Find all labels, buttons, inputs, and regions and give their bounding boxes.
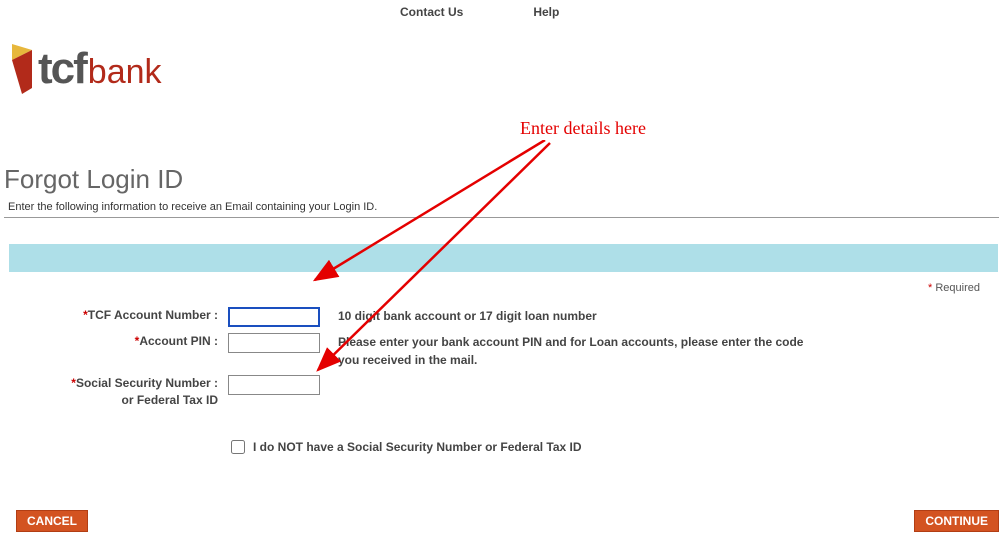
row-no-ssn: I do NOT have a Social Security Number o… <box>9 412 998 494</box>
account-number-input[interactable] <box>228 307 320 327</box>
nav-contact-us[interactable]: Contact Us <box>400 5 463 19</box>
page-title: Forgot Login ID <box>0 94 1007 201</box>
button-bar: CANCEL CONTINUE <box>0 495 1007 532</box>
top-nav: Contact Us Help <box>0 0 1007 19</box>
form-header-strip <box>9 244 998 272</box>
logo-bank: bank <box>88 53 162 92</box>
tcf-logo-icon <box>10 44 36 94</box>
logo-tcf: tcf <box>38 44 86 94</box>
row-account-pin: *Account PIN : Please enter your bank ac… <box>9 330 998 372</box>
row-account-number: *TCF Account Number : 10 digit bank acco… <box>9 304 998 330</box>
cancel-button[interactable]: CANCEL <box>16 510 88 532</box>
help-account-number: 10 digit bank account or 17 digit loan n… <box>320 307 597 325</box>
logo-text: tcf bank <box>38 44 162 94</box>
help-account-pin: Please enter your bank account PIN and f… <box>320 333 820 369</box>
asterisk-icon: * <box>928 282 932 294</box>
continue-button[interactable]: CONTINUE <box>914 510 999 532</box>
logo: tcf bank <box>0 19 1007 94</box>
form-panel: * Required *TCF Account Number : 10 digi… <box>8 243 999 495</box>
no-ssn-label: I do NOT have a Social Security Number o… <box>253 440 582 454</box>
label-account-number: *TCF Account Number : <box>9 307 224 324</box>
label-account-pin: *Account PIN : <box>9 333 224 350</box>
required-note: * Required <box>9 272 998 304</box>
label-ssn: *Social Security Number : or Federal Tax… <box>9 375 224 409</box>
annotation-label: Enter details here <box>520 118 646 139</box>
nav-help[interactable]: Help <box>533 5 559 19</box>
no-ssn-checkbox[interactable] <box>231 440 245 454</box>
row-ssn: *Social Security Number : or Federal Tax… <box>9 372 998 412</box>
ssn-input[interactable] <box>228 375 320 395</box>
page-subtitle: Enter the following information to recei… <box>4 201 999 218</box>
account-pin-input[interactable] <box>228 333 320 353</box>
